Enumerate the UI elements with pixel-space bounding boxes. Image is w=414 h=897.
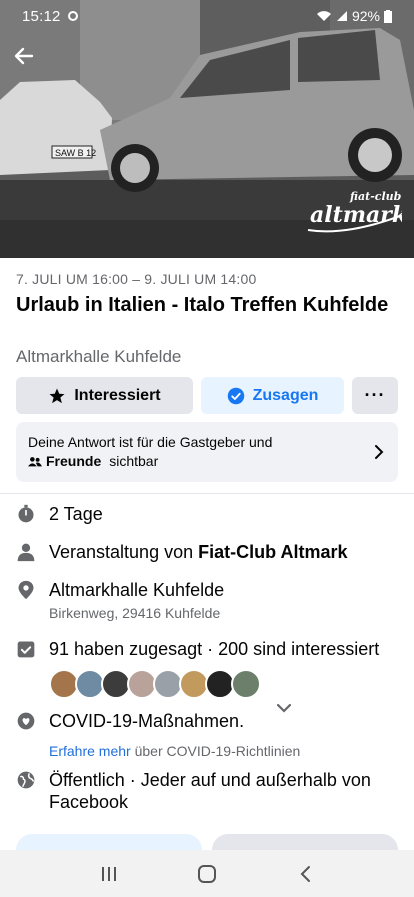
- wifi-icon: [316, 11, 331, 21]
- attendance-text: 91 haben zugesagt · 200 sind interessier…: [49, 639, 380, 659]
- notification-dot-icon: [67, 11, 78, 21]
- interested-label: Interessiert: [74, 386, 161, 404]
- back-arrow-icon[interactable]: [12, 44, 36, 68]
- duration-text: 2 Tage: [49, 504, 103, 524]
- covid-label: COVID-19-Maßnahmen.: [49, 711, 245, 731]
- check-circle-icon: [227, 387, 244, 404]
- back-chevron-icon: [300, 865, 310, 882]
- location-name: Altmarkhalle Kuhfelde: [49, 580, 225, 600]
- signal-icon: [336, 11, 347, 21]
- home-button[interactable]: [195, 862, 219, 886]
- location-row[interactable]: Altmarkhalle Kuhfelde Birkenweg, 29416 K…: [16, 579, 224, 621]
- globe-icon: [17, 771, 35, 789]
- learn-more-link[interactable]: Erfahre mehr: [49, 743, 131, 759]
- privacy-text: Öffentlich · Jeder auf und außerhalb von…: [49, 770, 371, 812]
- visibility-suffix: sichtbar: [109, 453, 159, 469]
- person-icon: [17, 543, 35, 562]
- more-options-button[interactable]: ···: [352, 377, 398, 414]
- cover-plate: SAW B 12: [55, 148, 96, 158]
- heart-hands-icon: [17, 712, 35, 730]
- status-bar: 15:12 92%: [0, 0, 414, 32]
- logo-line2: altmark: [310, 202, 402, 228]
- recent-apps-button[interactable]: [97, 862, 121, 886]
- host-prefix: Veranstaltung von: [49, 542, 194, 562]
- chevron-down-icon[interactable]: [276, 703, 292, 713]
- recent-apps-icon: [102, 866, 116, 881]
- event-date-range: 7. JULI UM 16:00 – 9. JULI UM 14:00: [16, 271, 257, 287]
- visibility-notice-line1: Deine Antwort ist für die Gastgeber und: [28, 434, 273, 450]
- avatar: [231, 669, 261, 699]
- event-venue[interactable]: Altmarkhalle Kuhfelde: [16, 347, 181, 367]
- privacy-row: Öffentlich · Jeder auf und außerhalb von…: [16, 769, 386, 813]
- club-logo: fiat-club altmark: [307, 190, 402, 233]
- visibility-notice[interactable]: Deine Antwort ist für die Gastgeber und …: [16, 422, 398, 482]
- covid-info: Erfahre mehr über COVID-19-Richtlinien: [49, 743, 300, 759]
- host-name[interactable]: Fiat-Club Altmark: [198, 542, 347, 562]
- section-divider: [0, 493, 414, 494]
- back-button[interactable]: [293, 862, 317, 886]
- home-icon: [198, 864, 216, 883]
- friends-icon: [28, 456, 42, 466]
- going-button[interactable]: Zusagen: [201, 377, 344, 414]
- covid-row[interactable]: COVID-19-Maßnahmen.: [16, 710, 244, 732]
- location-address: Birkenweg, 29416 Kuhfelde: [49, 605, 221, 621]
- stopwatch-icon: [18, 504, 34, 523]
- star-icon: [49, 388, 65, 403]
- interested-button[interactable]: Interessiert: [16, 377, 193, 414]
- chevron-right-icon: [375, 445, 384, 459]
- friends-label: Freunde: [46, 453, 102, 469]
- calendar-check-icon: [17, 641, 35, 658]
- more-options-label: ···: [364, 385, 386, 405]
- android-nav-bar: [0, 850, 414, 897]
- attendance-row[interactable]: 91 haben zugesagt · 200 sind interessier…: [16, 638, 379, 660]
- host-row[interactable]: Veranstaltung von Fiat-Club Altmark: [16, 541, 347, 563]
- event-title: Urlaub in Italien - Italo Treffen Kuhfel…: [16, 294, 389, 316]
- attendee-avatars[interactable]: [49, 669, 261, 699]
- status-right: 92%: [316, 8, 392, 24]
- battery-icon: [384, 9, 392, 23]
- battery-percent: 92%: [351, 8, 380, 24]
- location-pin-icon: [18, 580, 34, 600]
- going-label: Zusagen: [252, 386, 319, 404]
- status-time: 15:12: [22, 7, 61, 25]
- duration-row: 2 Tage: [16, 503, 103, 525]
- covid-link-suffix: über COVID-19-Richtlinien: [134, 743, 301, 759]
- cover-photo[interactable]: SAW B 12 15:12 92% fiat-club altmark: [0, 0, 414, 258]
